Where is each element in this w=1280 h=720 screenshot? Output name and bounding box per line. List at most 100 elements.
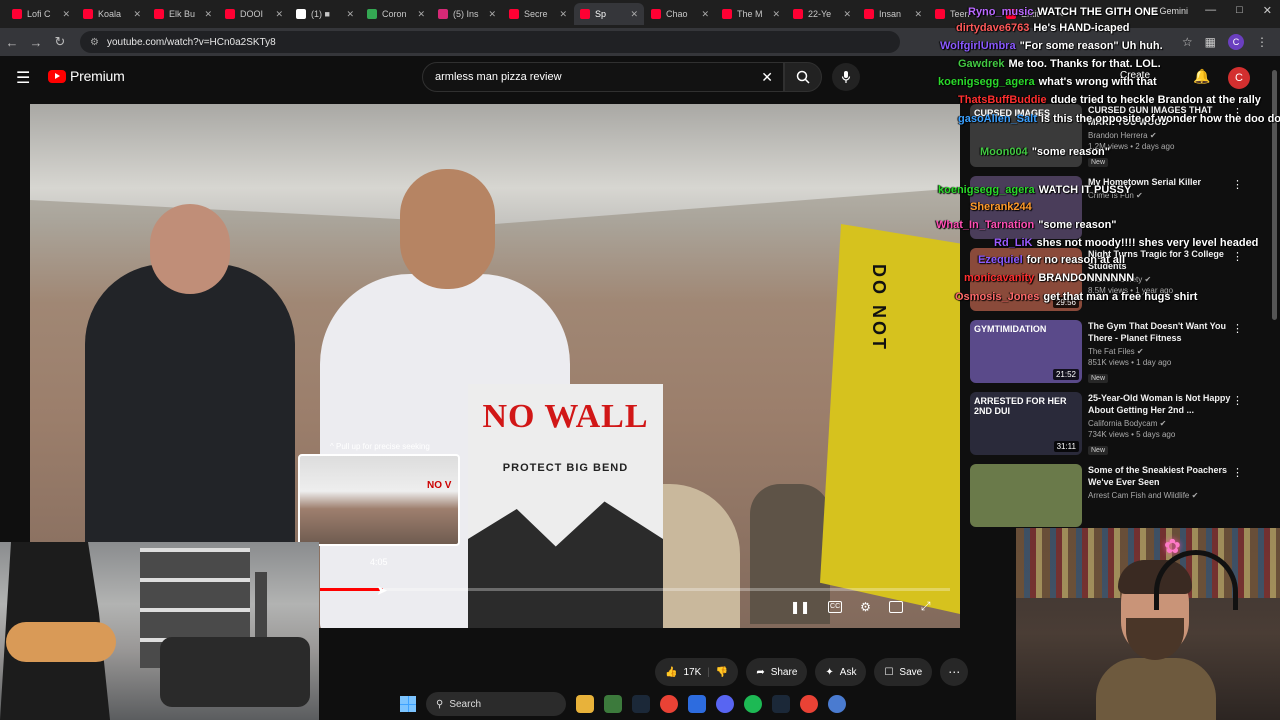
youtube-logo[interactable]: Premium — [48, 68, 125, 84]
browser-tab[interactable]: Entit ✕ — [1000, 3, 1070, 25]
like-button[interactable]: 👍 17K | 👎 — [655, 658, 739, 686]
voice-search-button[interactable] — [832, 63, 860, 91]
browser-tab[interactable]: Chao ✕ — [645, 3, 715, 25]
video-title[interactable]: Some of the Sneakiest Poachers We've Eve… — [1088, 464, 1236, 488]
search-button[interactable] — [784, 62, 822, 92]
close-window-icon[interactable]: ✕ — [1263, 4, 1272, 17]
tab-close-icon[interactable]: ✕ — [271, 9, 283, 20]
video-title[interactable]: Night Turns Tragic for 3 College Student… — [1088, 248, 1236, 272]
video-thumbnail[interactable]: 29:56 — [970, 248, 1082, 311]
browser-tab[interactable]: (1) ■ ✕ — [290, 3, 360, 25]
video-title[interactable]: My Hometown Serial Killer — [1088, 176, 1236, 188]
create-button[interactable]: Create — [1120, 70, 1150, 81]
video-thumbnail[interactable] — [970, 176, 1082, 239]
reload-icon[interactable]: ↻ — [48, 34, 72, 50]
channel-name[interactable]: Crime Is Fun ✔ — [1088, 191, 1236, 200]
save-button[interactable]: ☐ Save — [874, 658, 933, 686]
browser-tab[interactable]: Koala ✕ — [77, 3, 147, 25]
browser-tab[interactable]: DOOI ✕ — [219, 3, 289, 25]
app-icon[interactable] — [604, 695, 622, 713]
ask-button[interactable]: ✦ Ask — [815, 658, 867, 686]
search-input[interactable]: armless man pizza review ✕ — [422, 62, 784, 92]
more-actions-button[interactable]: ⋯ — [940, 658, 969, 686]
tab-close-icon[interactable]: ✕ — [555, 9, 567, 20]
tab-close-icon[interactable]: ✕ — [1052, 9, 1064, 20]
bookmark-star-icon[interactable]: ☆ — [1182, 35, 1193, 49]
settings-gear-icon[interactable]: ⚙ — [860, 600, 871, 614]
browser-tab[interactable]: Lofi C ✕ — [6, 3, 76, 25]
browser-tab[interactable]: Secre ✕ — [503, 3, 573, 25]
menu-icon[interactable]: ☰ — [16, 68, 30, 88]
browser-tab[interactable]: Elk Bu ✕ — [148, 3, 218, 25]
notifications-bell-icon[interactable]: 🔔 — [1193, 68, 1210, 85]
address-bar[interactable]: ⚙ youtube.com/watch?v=HCn0a2SKTy8 — [80, 31, 900, 53]
tab-close-icon[interactable]: ✕ — [768, 9, 780, 20]
tab-close-icon[interactable]: ✕ — [626, 9, 638, 20]
tab-close-icon[interactable]: ✕ — [697, 9, 709, 20]
taskbar-search[interactable]: ⚲ Search — [426, 692, 566, 716]
forward-icon[interactable]: → — [24, 35, 48, 50]
tab-close-icon[interactable]: ✕ — [910, 9, 922, 20]
tab-close-icon[interactable]: ✕ — [200, 9, 212, 20]
clear-search-icon[interactable]: ✕ — [761, 69, 773, 86]
tab-close-icon[interactable]: ✕ — [484, 9, 496, 20]
recommended-video[interactable]: 29:56 Night Turns Tragic for 3 College St… — [970, 248, 1270, 319]
browser-menu-icon[interactable]: ⋮ — [1256, 35, 1268, 49]
recommended-video[interactable]: Some of the Sneakiest Poachers We've Eve… — [970, 464, 1270, 535]
recommended-video[interactable]: My Hometown Serial Killer Crime Is Fun ✔ ⋮ — [970, 176, 1270, 247]
minimize-icon[interactable]: — — [1205, 4, 1216, 17]
pause-icon[interactable]: ❚❚ — [790, 600, 810, 614]
channel-name[interactable]: Arrest Cam Fish and Wildlife ✔ — [1088, 491, 1236, 500]
channel-name[interactable]: California Bodycam ✔ — [1088, 419, 1236, 428]
extensions-icon[interactable]: ▦ — [1205, 35, 1216, 49]
profile-icon[interactable]: C — [1228, 34, 1244, 50]
recommended-video[interactable]: CURSED IMAGES CURSED GUN IMAGES THAT MAKE… — [970, 104, 1270, 175]
page-scrollbar[interactable] — [1272, 70, 1277, 320]
file-explorer-icon[interactable] — [576, 695, 594, 713]
browser-tab[interactable]: Sp ✕ — [574, 3, 644, 25]
chrome-icon[interactable] — [660, 695, 678, 713]
tab-close-icon[interactable]: ✕ — [839, 9, 851, 20]
site-info-icon[interactable]: ⚙ — [90, 37, 99, 48]
spotify-icon[interactable] — [744, 695, 762, 713]
captions-icon[interactable]: CC — [828, 600, 843, 613]
video-title[interactable]: CURSED GUN IMAGES THAT MAKE YOU WOOD — [1088, 104, 1236, 128]
video-menu-icon[interactable]: ⋮ — [1232, 250, 1243, 263]
channel-name[interactable]: The Fat Files ✔ — [1088, 347, 1236, 356]
recommended-video[interactable]: ARRESTED FOR HER 2ND DUI 31:11 25-Year-Old… — [970, 392, 1270, 463]
recommended-video[interactable]: GYMTIMIDATION 21:52 The Gym That Doesn't W… — [970, 320, 1270, 391]
video-menu-icon[interactable]: ⋮ — [1232, 322, 1243, 335]
tab-close-icon[interactable]: ✕ — [981, 9, 993, 20]
back-icon[interactable]: ← — [0, 35, 24, 50]
browser-tab[interactable]: Insan ✕ — [858, 3, 928, 25]
thumbs-down-icon[interactable]: 👎 — [716, 667, 728, 678]
windows-start-icon[interactable] — [400, 696, 416, 712]
video-thumbnail[interactable]: GYMTIMIDATION 21:52 — [970, 320, 1082, 383]
tab-close-icon[interactable]: ✕ — [342, 9, 354, 20]
video-title[interactable]: 25-Year-Old Woman is Not Happy About Get… — [1088, 392, 1236, 416]
discord-icon[interactable] — [716, 695, 734, 713]
browser-tab[interactable]: 22-Ye ✕ — [787, 3, 857, 25]
ask-gemini-button[interactable]: Ask Gemini — [1142, 6, 1188, 16]
channel-name[interactable]: Brandon Herrera ✔ — [1088, 131, 1236, 140]
video-title[interactable]: The Gym That Doesn't Want You There - Pl… — [1088, 320, 1236, 344]
tab-close-icon[interactable]: ✕ — [58, 9, 70, 20]
browser-tab[interactable]: (5) Ins ✕ — [432, 3, 502, 25]
chrome-icon-2[interactable] — [800, 695, 818, 713]
steam-icon-2[interactable] — [772, 695, 790, 713]
miniplayer-icon[interactable] — [888, 600, 903, 613]
video-thumbnail[interactable] — [970, 464, 1082, 527]
tab-close-icon[interactable]: ✕ — [129, 9, 141, 20]
video-menu-icon[interactable]: ⋮ — [1232, 106, 1243, 119]
share-button[interactable]: ➦ Share — [746, 658, 808, 686]
app-icon-3[interactable] — [828, 695, 846, 713]
video-thumbnail[interactable]: ARRESTED FOR HER 2ND DUI 31:11 — [970, 392, 1082, 455]
browser-tab[interactable]: Coron ✕ — [361, 3, 431, 25]
steam-icon[interactable] — [632, 695, 650, 713]
browser-tab[interactable]: Teen ✕ — [929, 3, 999, 25]
video-menu-icon[interactable]: ⋮ — [1232, 466, 1243, 479]
tab-close-icon[interactable]: ✕ — [413, 9, 425, 20]
video-menu-icon[interactable]: ⋮ — [1232, 394, 1243, 407]
progress-bar[interactable] — [320, 588, 950, 591]
video-thumbnail[interactable]: CURSED IMAGES — [970, 104, 1082, 167]
